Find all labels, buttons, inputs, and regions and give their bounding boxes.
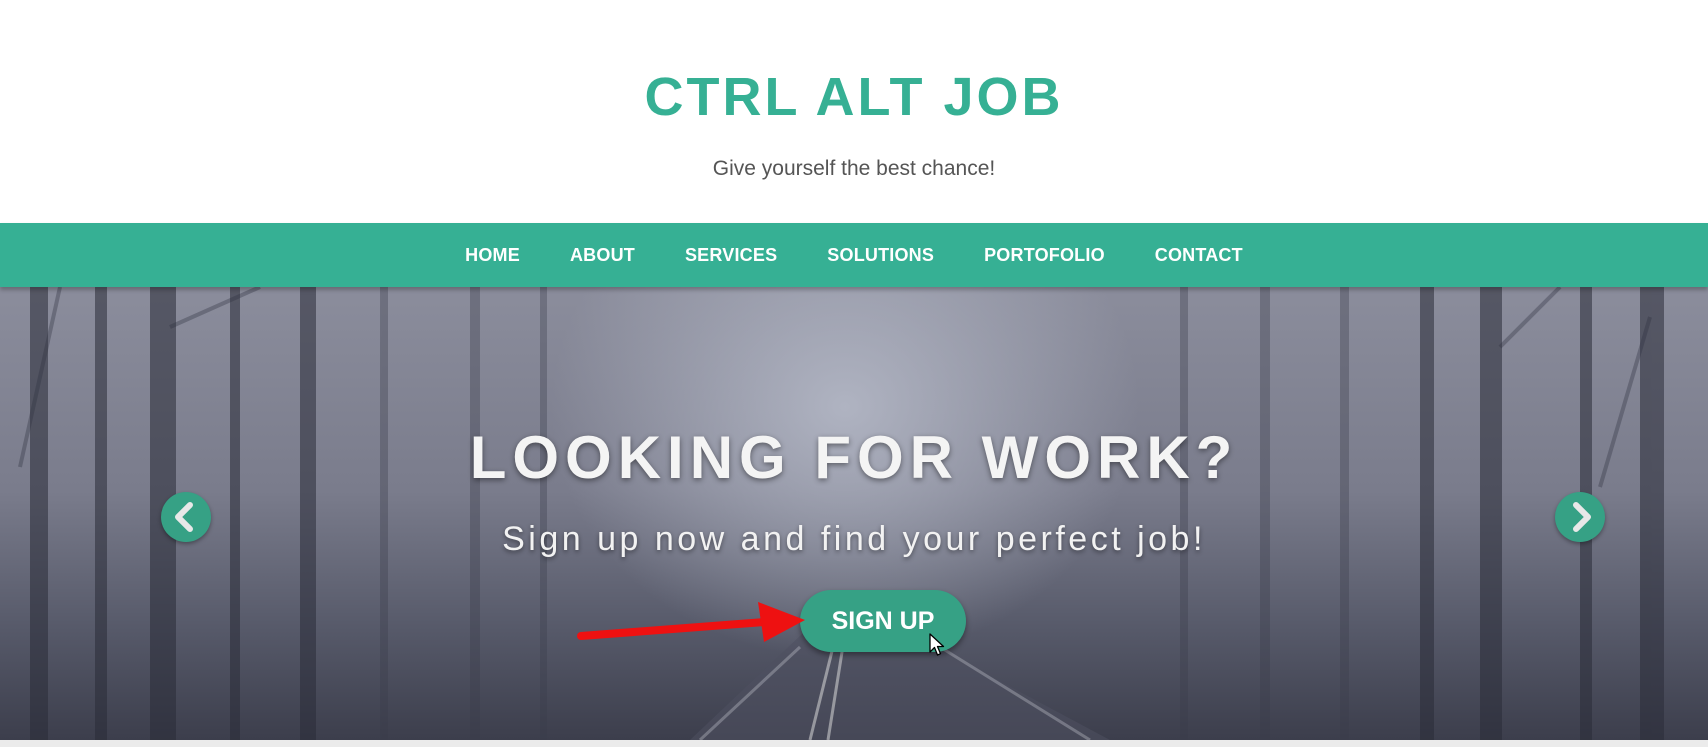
nav-item-portofolio[interactable]: PORTOFOLIO bbox=[959, 223, 1130, 287]
chevron-right-icon bbox=[1573, 502, 1591, 532]
forest-background-image bbox=[18, 287, 1664, 740]
site-title[interactable]: CTRL ALT JOB bbox=[0, 62, 1708, 132]
site-tagline: Give yourself the best chance! bbox=[712, 157, 996, 180]
nav-item-services[interactable]: SERVICES bbox=[660, 223, 802, 287]
hero-banner bbox=[0, 287, 1708, 740]
mouse-cursor-icon bbox=[929, 633, 945, 656]
nav-item-contact[interactable]: CONTACT bbox=[1130, 223, 1268, 287]
nav-item-about[interactable]: ABOUT bbox=[545, 223, 660, 287]
chevron-left-icon bbox=[175, 502, 193, 532]
carousel-prev-button[interactable] bbox=[161, 492, 211, 542]
hero-bottom-edge bbox=[0, 740, 1708, 747]
hero-subheading: Sign up now and find your perfect job! bbox=[502, 520, 1206, 558]
red-arrow-icon bbox=[577, 602, 805, 642]
main-navbar: HOME ABOUT SERVICES SOLUTIONS PORTOFOLIO… bbox=[0, 223, 1708, 287]
site-header: CTRL ALT JOB Give yourself the best chan… bbox=[0, 0, 1708, 223]
nav-item-solutions[interactable]: SOLUTIONS bbox=[802, 223, 959, 287]
carousel-next-button[interactable] bbox=[1555, 492, 1605, 542]
nav-item-home[interactable]: HOME bbox=[440, 223, 545, 287]
nav-list: HOME ABOUT SERVICES SOLUTIONS PORTOFOLIO… bbox=[0, 223, 1708, 287]
hero-heading: LOOKING FOR WORK? bbox=[469, 424, 1239, 491]
